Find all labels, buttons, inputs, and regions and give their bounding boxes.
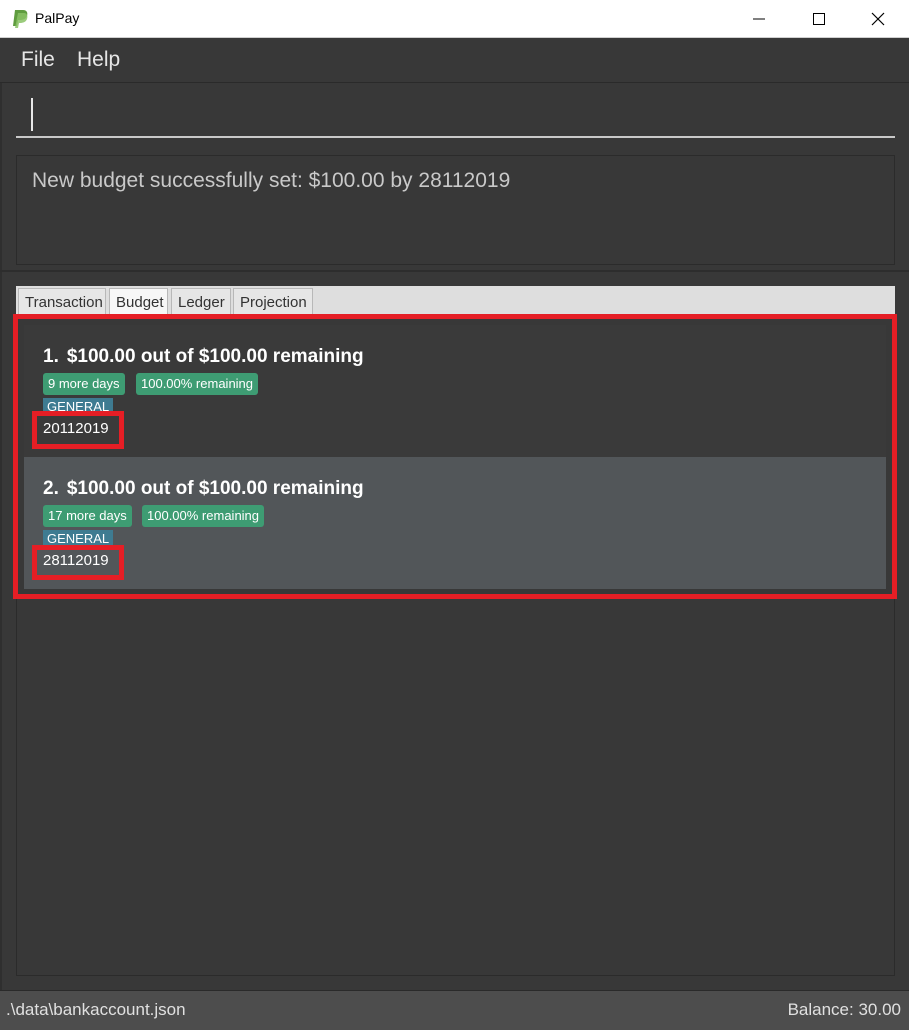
budget-list-highlight (13, 314, 897, 599)
tab-budget[interactable]: Budget (109, 288, 168, 315)
date-highlight (32, 411, 124, 449)
tab-ledger[interactable]: Ledger (171, 288, 231, 315)
command-box[interactable] (16, 90, 895, 138)
title-bar: PalPay (0, 0, 909, 38)
window-title: PalPay (35, 10, 80, 26)
text-caret (31, 98, 33, 131)
menu-file[interactable]: File (21, 48, 55, 72)
palpay-logo-icon (13, 10, 28, 28)
menu-help[interactable]: Help (77, 48, 120, 72)
tab-header: Transaction Budget Ledger Projection (16, 286, 895, 316)
date-highlight (32, 545, 124, 580)
balance-display: Balance: 30.00 (787, 1000, 901, 1019)
command-input[interactable] (36, 96, 880, 134)
minimize-icon (753, 18, 765, 19)
tab-projection[interactable]: Projection (233, 288, 313, 315)
status-bar: .\data\bankaccount.json Balance: 30.00 (0, 990, 909, 1030)
result-message: New budget successfully set: $100.00 by … (32, 169, 511, 192)
menu-bar: File Help (0, 38, 909, 83)
maximize-icon (813, 12, 825, 25)
tab-transaction[interactable]: Transaction (18, 288, 106, 315)
file-path: .\data\bankaccount.json (6, 1000, 186, 1019)
minimize-button[interactable] (730, 0, 788, 37)
close-icon (871, 12, 885, 25)
divider (0, 270, 909, 272)
window-edge (0, 83, 2, 990)
result-display: New budget successfully set: $100.00 by … (16, 155, 895, 265)
close-button[interactable] (849, 0, 907, 37)
maximize-button[interactable] (790, 0, 848, 37)
